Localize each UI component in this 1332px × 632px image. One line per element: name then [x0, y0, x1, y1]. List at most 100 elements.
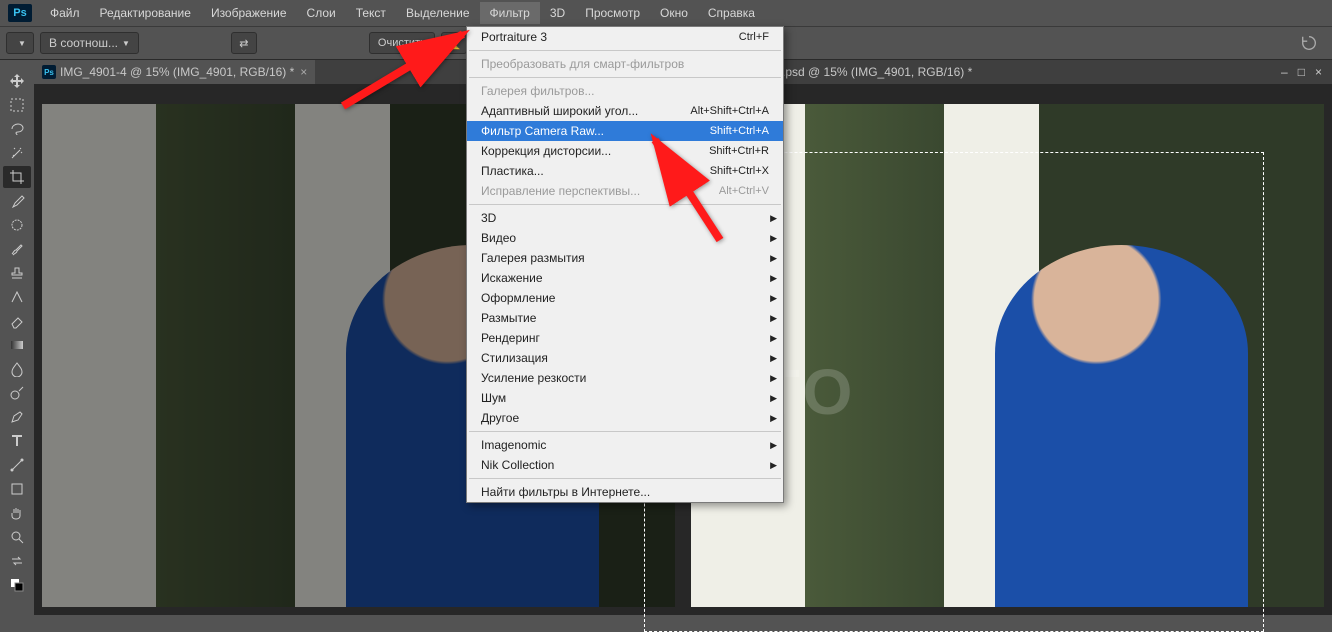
- menu-item-label: Найти фильтры в Интернете...: [481, 485, 650, 499]
- document-tab-active[interactable]: Ps IMG_4901-4 @ 15% (IMG_4901, RGB/16) *…: [34, 60, 315, 84]
- close-icon[interactable]: ×: [300, 65, 307, 79]
- menu-item-label: Размытие: [481, 311, 536, 325]
- toolbox: [0, 64, 34, 615]
- menu-item[interactable]: Шум ▶: [467, 388, 783, 408]
- menu-item[interactable]: Размытие ▶: [467, 308, 783, 328]
- chevron-right-icon: ▶: [770, 353, 777, 364]
- chevron-right-icon: ▶: [770, 373, 777, 384]
- menu-item-label: Коррекция дисторсии...: [481, 144, 611, 158]
- menu-item-label: Усиление резкости: [481, 371, 586, 385]
- menu-item-label: Рендеринг: [481, 331, 540, 345]
- menu-item[interactable]: Найти фильтры в Интернете...: [467, 482, 783, 502]
- maximize-icon[interactable]: □: [1298, 65, 1305, 79]
- menu-просмотр[interactable]: Просмотр: [575, 2, 650, 24]
- colors-tool[interactable]: [3, 574, 31, 596]
- menu-separator: [469, 478, 781, 479]
- menu-item[interactable]: Nik Collection ▶: [467, 455, 783, 475]
- blur-tool[interactable]: [3, 358, 31, 380]
- undo-history-icon[interactable]: [1292, 32, 1326, 54]
- menu-item[interactable]: Адаптивный широкий угол... Alt+Shift+Ctrl…: [467, 101, 783, 121]
- dodge-tool[interactable]: [3, 382, 31, 404]
- chevron-down-icon: ▼: [18, 39, 26, 48]
- menu-item-label: Другое: [481, 411, 519, 425]
- menu-item-label: Portraiture 3: [481, 30, 547, 44]
- shape-tool[interactable]: [3, 478, 31, 500]
- menu-item-label: Галерея фильтров...: [481, 84, 594, 98]
- menu-3d[interactable]: 3D: [540, 2, 575, 24]
- swap-tool[interactable]: [3, 550, 31, 572]
- brush-tool[interactable]: [3, 238, 31, 260]
- chevron-right-icon: ▶: [770, 460, 777, 471]
- gradient-tool[interactable]: [3, 334, 31, 356]
- menubar: Ps ФайлРедактированиеИзображениеСлоиТекс…: [0, 0, 1332, 26]
- menu-item-label: Искажение: [481, 271, 543, 285]
- minimize-icon[interactable]: –: [1281, 65, 1288, 79]
- menu-item[interactable]: Другое ▶: [467, 408, 783, 428]
- chevron-right-icon: ▶: [770, 293, 777, 304]
- menu-item: Галерея фильтров...: [467, 81, 783, 101]
- history-tool[interactable]: [3, 286, 31, 308]
- crop-tool[interactable]: [3, 166, 31, 188]
- chevron-down-icon: ▼: [122, 39, 130, 48]
- chevron-right-icon: ▶: [770, 393, 777, 404]
- menu-слои[interactable]: Слои: [297, 2, 346, 24]
- zoom-tool[interactable]: [3, 526, 31, 548]
- menu-item[interactable]: Imagenomic▶: [467, 435, 783, 455]
- document-tab-behind[interactable]: .psd @ 15% (IMG_4901, RGB/16) *: [774, 60, 980, 84]
- menu-separator: [469, 50, 781, 51]
- menu-item[interactable]: Portraiture 3 Ctrl+F: [467, 27, 783, 47]
- lasso-tool[interactable]: [3, 118, 31, 140]
- chevron-right-icon: ▶: [770, 413, 777, 424]
- menu-item-label: Imagenomic: [481, 438, 546, 452]
- menu-item-label: Преобразовать для смарт-фильтров: [481, 57, 684, 71]
- hand-tool[interactable]: [3, 502, 31, 524]
- menu-файл[interactable]: Файл: [40, 2, 90, 24]
- menu-item-label: Галерея размытия: [481, 251, 585, 265]
- menu-изображение[interactable]: Изображение: [201, 2, 297, 24]
- chevron-right-icon: ▶: [770, 333, 777, 344]
- menu-item-label: Nik Collection: [481, 458, 554, 472]
- text-tool[interactable]: [3, 430, 31, 452]
- ratio-dropdown-label: В соотнош...: [49, 36, 118, 50]
- swap-icon[interactable]: ⇄: [231, 32, 257, 54]
- menu-item-label: Видео: [481, 231, 516, 245]
- crop-tool-icon[interactable]: ▼: [6, 32, 34, 54]
- patch-tool[interactable]: [3, 214, 31, 236]
- eyedrop-tool[interactable]: [3, 190, 31, 212]
- menu-item-label: Шум: [481, 391, 506, 405]
- menu-item[interactable]: Стилизация▶: [467, 348, 783, 368]
- ratio-dropdown[interactable]: В соотнош... ▼: [40, 32, 139, 54]
- chevron-right-icon: ▶: [770, 313, 777, 324]
- chevron-right-icon: ▶: [770, 233, 777, 244]
- menu-окно[interactable]: Окно: [650, 2, 698, 24]
- marquee-tool[interactable]: [3, 94, 31, 116]
- pen-tool[interactable]: [3, 406, 31, 428]
- menu-shortcut: Ctrl+F: [739, 31, 769, 43]
- menu-item[interactable]: Искажение ▶: [467, 268, 783, 288]
- move-tool[interactable]: [3, 70, 31, 92]
- menu-item[interactable]: Рендеринг ▶: [467, 328, 783, 348]
- menu-редактирование[interactable]: Редактирование: [90, 2, 201, 24]
- menu-item[interactable]: Оформление ▶: [467, 288, 783, 308]
- menu-item-label: Адаптивный широкий угол...: [481, 104, 638, 118]
- filter-menu-dropdown: Portraiture 3 Ctrl+F Преобразовать для сма…: [466, 26, 784, 503]
- close-icon[interactable]: ×: [1315, 65, 1322, 79]
- annotation-arrow-1: [338, 26, 478, 119]
- menu-item-label: Оформление: [481, 291, 555, 305]
- document-tab-label: .psd @ 15% (IMG_4901, RGB/16) *: [782, 65, 972, 79]
- menu-item: Преобразовать для смарт-фильтров: [467, 54, 783, 74]
- stamp-tool[interactable]: [3, 262, 31, 284]
- menu-separator: [469, 77, 781, 78]
- menu-текст[interactable]: Текст: [346, 2, 396, 24]
- menu-shortcut: Alt+Shift+Ctrl+A: [690, 105, 769, 117]
- menu-выделение[interactable]: Выделение: [396, 2, 480, 24]
- menu-item-label: Фильтр Camera Raw...: [481, 124, 604, 138]
- path-tool[interactable]: [3, 454, 31, 476]
- eraser-tool[interactable]: [3, 310, 31, 332]
- menu-справка[interactable]: Справка: [698, 2, 765, 24]
- menu-фильтр[interactable]: Фильтр: [480, 2, 540, 24]
- menu-item[interactable]: Усиление резкости ▶: [467, 368, 783, 388]
- wand-tool[interactable]: [3, 142, 31, 164]
- menu-item-label: 3D: [481, 211, 496, 225]
- chevron-right-icon: ▶: [770, 273, 777, 284]
